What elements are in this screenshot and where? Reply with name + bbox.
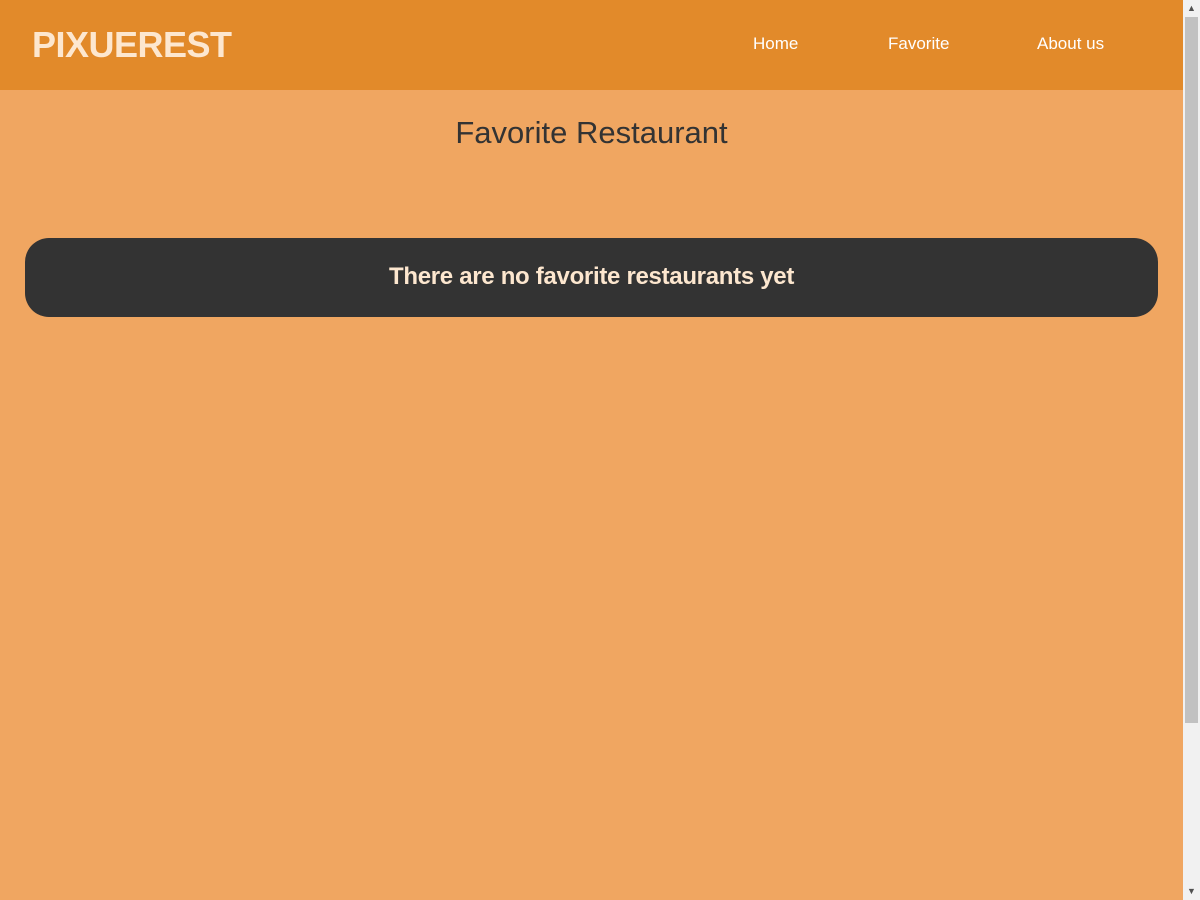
nav-favorite-link[interactable]: Favorite — [888, 33, 949, 55]
page-viewport: PIXUEREST Home Favorite About us Favorit… — [0, 0, 1183, 900]
empty-state-message: There are no favorite restaurants yet — [388, 263, 795, 290]
nav-home-link[interactable]: Home — [753, 33, 798, 55]
brand-logo[interactable]: PIXUEREST — [32, 24, 232, 66]
scroll-up-icon[interactable]: ▲ — [1183, 0, 1200, 17]
page-title: Favorite Restaurant — [455, 115, 728, 150]
app-header: PIXUEREST Home Favorite About us — [0, 0, 1183, 90]
nav-about-link[interactable]: About us — [1037, 33, 1104, 55]
vertical-scrollbar[interactable]: ▲ ▼ — [1183, 0, 1200, 900]
empty-state-card: There are no favorite restaurants yet — [25, 238, 1158, 317]
scrollbar-thumb[interactable] — [1185, 17, 1198, 723]
scroll-down-icon[interactable]: ▼ — [1183, 883, 1200, 900]
